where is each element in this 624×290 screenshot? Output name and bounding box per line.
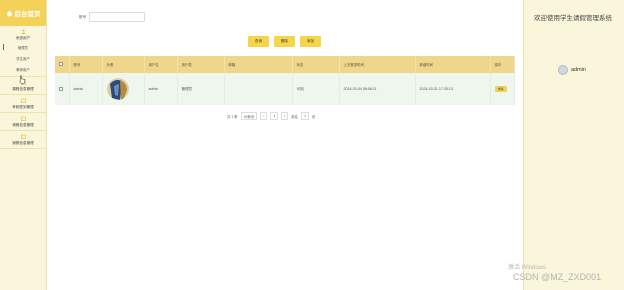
home-icon: [6, 10, 12, 16]
pagination-total: 共 1 条: [227, 114, 238, 119]
role-cell: 管理员: [177, 73, 225, 105]
sidebar-item-admin[interactable]: 管理员: [0, 41, 46, 52]
prev-page-button[interactable]: ‹: [260, 112, 268, 120]
column-header[interactable]: 用户类: [177, 56, 225, 73]
column-header[interactable]: 上次登录时间: [339, 56, 416, 73]
account-cell: admin: [69, 73, 103, 105]
avatar-cell: [102, 73, 145, 105]
search-label: 账号: [79, 14, 87, 19]
welcome-text: 欢迎使用学生请假管理系统: [534, 15, 612, 22]
main-content: 账号 查询 删除 添加 账号 头像 用户名 用户类 邮箱 状态 上次登录时间 新…: [47, 0, 522, 290]
users-table: 账号 头像 用户名 用户类 邮箱 状态 上次登录时间 新增时间 操作 admin: [55, 56, 515, 105]
sidebar-item-students[interactable]: 学生用户: [0, 52, 46, 63]
avatar: [106, 78, 129, 100]
select-all-checkbox[interactable]: [59, 62, 63, 66]
action-cell: 详情: [490, 73, 515, 105]
username-cell: admin: [144, 73, 178, 105]
detail-button[interactable]: 详情: [494, 86, 507, 92]
sidebar-group-label: 考勤签到管理: [12, 105, 34, 109]
page-number[interactable]: 1: [270, 112, 279, 120]
page-size-select[interactable]: 10条/页: [240, 112, 258, 120]
folder-icon: [20, 134, 26, 139]
sidebar-group-leave-cancel[interactable]: 销假信息管理: [0, 131, 46, 149]
add-button[interactable]: 添加: [300, 36, 321, 47]
table-header-row: 账号 头像 用户名 用户类 邮箱 状态 上次登录时间 新增时间 操作: [55, 56, 515, 73]
goto-label: 前往: [291, 114, 299, 119]
folder-icon: [20, 98, 26, 103]
sidebar-group-system-users[interactable]: 系统用户 管理员 学生用户 教师用户: [0, 26, 46, 77]
query-button[interactable]: 查询: [248, 36, 269, 47]
sidebar-logo[interactable]: 后台首页: [0, 0, 46, 26]
folder-icon: [20, 116, 26, 121]
account-search-input[interactable]: [89, 12, 146, 22]
column-header[interactable]: 用户名: [144, 56, 178, 73]
column-header[interactable]: 新增时间: [415, 56, 491, 73]
email-cell: [224, 73, 293, 105]
pagination: 共 1 条 10条/页 ‹ 1 › 前往 1 页: [227, 112, 315, 120]
row-select-cell[interactable]: [55, 73, 70, 105]
search-bar: 账号: [79, 12, 146, 22]
created-cell: 2024-03-31 17:35:13: [415, 73, 491, 105]
activate-windows-watermark: 激活 Windows: [508, 265, 547, 271]
toolbar: 查询 删除 添加: [248, 36, 321, 47]
sidebar-group-label: 销假信息管理: [12, 141, 34, 145]
table-row[interactable]: admin admin 管理员 可用 2024-03-04 08:58:11 2…: [55, 73, 515, 105]
column-header[interactable]: 账号: [69, 56, 103, 73]
sidebar-group-label: 系统用户: [15, 36, 31, 40]
column-header[interactable]: 状态: [292, 56, 340, 73]
sidebar-group-label: 课程信息管理: [12, 87, 34, 91]
status-cell: 可用: [292, 73, 340, 105]
sidebar-title: 后台首页: [14, 11, 41, 18]
sidebar-item-teachers[interactable]: 教师用户: [0, 63, 46, 74]
sidebar-group-leave[interactable]: 请假信息管理: [0, 113, 46, 131]
column-header: 操作: [490, 56, 515, 73]
last-login-cell: 2024-03-04 08:58:11: [339, 73, 416, 105]
goto-page-input[interactable]: 1: [301, 112, 309, 120]
user-name: admin: [571, 67, 586, 73]
select-all-header[interactable]: [55, 56, 70, 73]
user-icon: [21, 29, 25, 34]
row-checkbox[interactable]: [59, 86, 63, 91]
next-page-button[interactable]: ›: [281, 112, 289, 120]
delete-button[interactable]: 删除: [274, 36, 295, 47]
sidebar-group-attendance[interactable]: 考勤签到管理: [0, 95, 46, 113]
column-header[interactable]: 邮箱: [224, 56, 293, 73]
user-avatar-icon: [558, 65, 568, 75]
right-panel: 欢迎使用学生请假管理系统 admin: [523, 0, 624, 290]
page-suffix: 页: [311, 114, 316, 119]
csdn-watermark: CSDN @MZ_ZXD001: [513, 272, 602, 282]
column-header: 头像: [102, 56, 145, 73]
mouse-pointer-icon: [19, 75, 26, 84]
sidebar-group-label: 请假信息管理: [12, 123, 34, 127]
sidebar: 后台首页 系统用户 管理员 学生用户 教师用户 课程信息管理 考勤签到管理 请假…: [0, 0, 47, 290]
user-menu[interactable]: admin: [558, 65, 586, 75]
